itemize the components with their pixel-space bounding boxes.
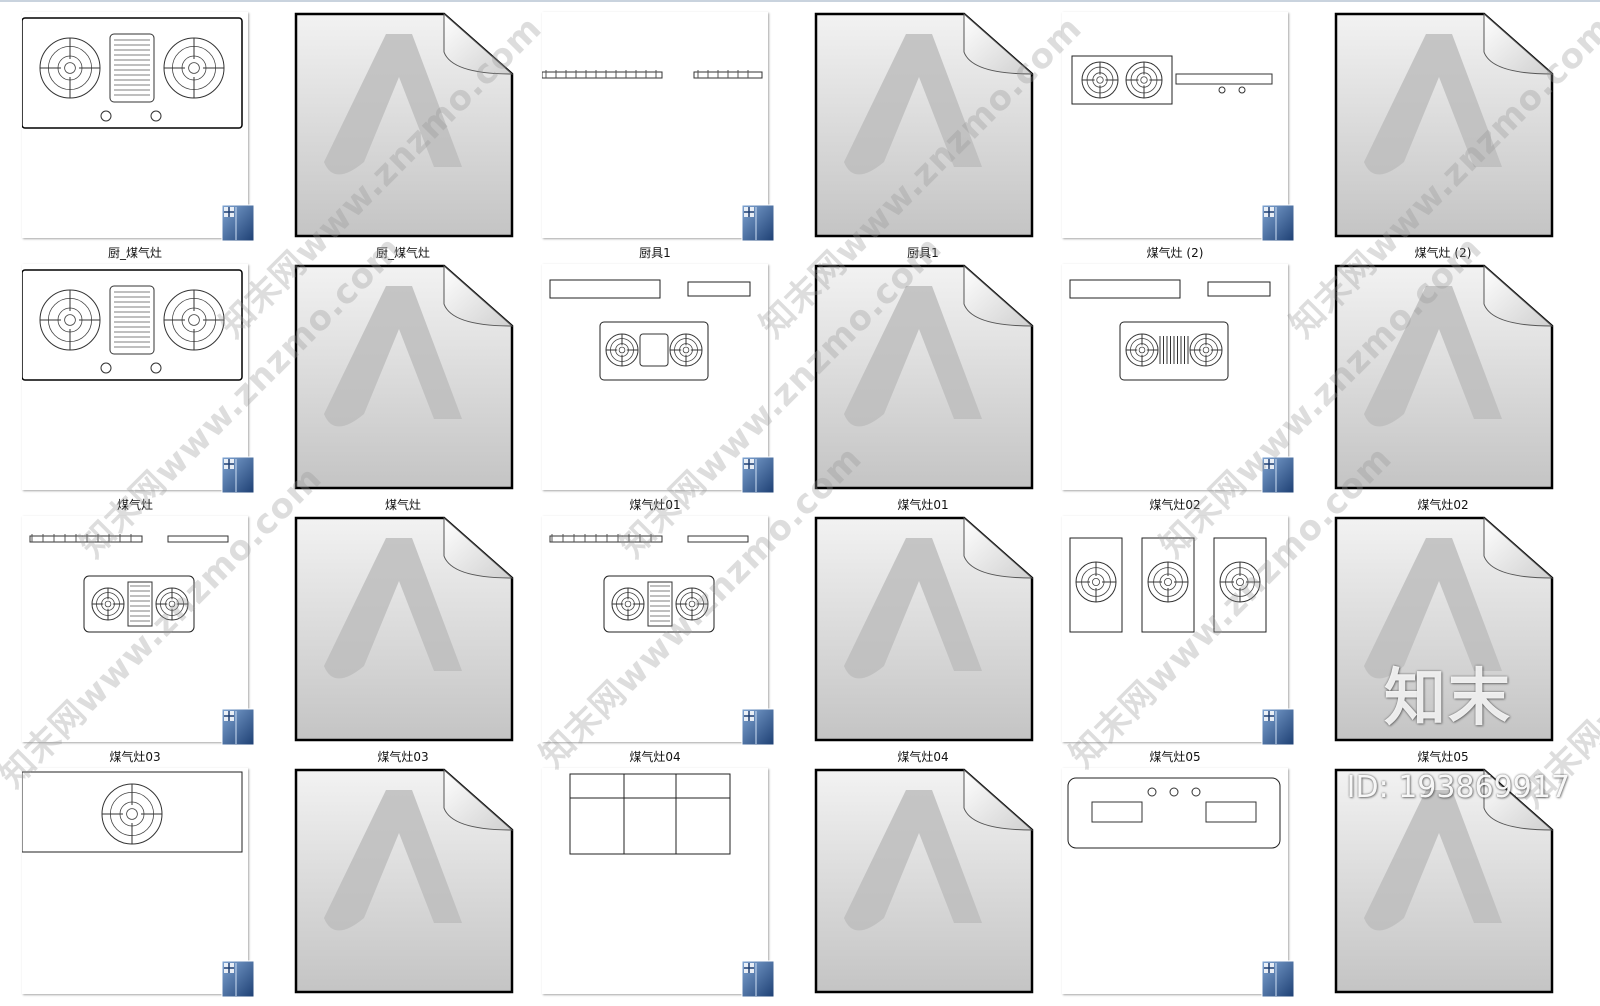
dwg-preview-thumbnail — [22, 768, 255, 998]
file-item[interactable]: 煤气灶05 — [1040, 504, 1295, 764]
watermark-logo: 知末 — [1383, 661, 1512, 734]
file-item[interactable]: 煤气灶03 — [270, 504, 520, 764]
autocad-dwg-icon — [221, 456, 255, 494]
autocad-dwg-icon — [741, 204, 775, 242]
file-item[interactable]: 厨具1 — [520, 0, 775, 260]
file-grid: 厨_煤气灶 厨_煤气灶 厨具1 厨具1 煤气灶 (2) 煤气灶 (2) 煤气灶 … — [0, 0, 1600, 998]
autocad-dwg-icon — [221, 204, 255, 242]
file-item[interactable]: 煤气灶02 — [1040, 252, 1295, 512]
autocad-dwg-icon — [1261, 960, 1295, 998]
file-item[interactable]: 厨_煤气灶 — [0, 0, 255, 260]
autodesk-file-icon — [294, 516, 516, 744]
autocad-dwg-icon — [741, 708, 775, 746]
file-item[interactable]: 煤气灶04 — [520, 504, 775, 764]
autocad-dwg-icon — [221, 708, 255, 746]
watermark-id: ID: 193869917 — [1346, 770, 1570, 805]
file-item[interactable]: 煤气灶01 — [520, 252, 775, 512]
autodesk-file-icon — [814, 768, 1036, 996]
dwg-preview-thumbnail — [542, 768, 775, 998]
autodesk-file-icon — [814, 264, 1036, 492]
autodesk-file-icon — [294, 12, 516, 240]
autodesk-file-icon — [814, 12, 1036, 240]
file-item[interactable] — [0, 756, 255, 1006]
autodesk-file-icon — [814, 516, 1036, 744]
autodesk-file-icon — [294, 264, 516, 492]
dwg-preview-thumbnail — [542, 264, 775, 494]
autocad-dwg-icon — [1261, 204, 1295, 242]
dwg-preview-thumbnail — [1062, 264, 1295, 494]
file-item[interactable] — [520, 756, 775, 1006]
file-item[interactable]: 煤气灶03 — [0, 504, 255, 764]
file-item[interactable]: 煤气灶 — [0, 252, 255, 512]
autocad-dwg-icon — [741, 456, 775, 494]
autocad-dwg-icon — [221, 960, 255, 998]
dwg-preview-thumbnail — [22, 516, 255, 746]
autocad-dwg-icon — [1261, 456, 1295, 494]
dwg-preview-thumbnail — [1062, 516, 1295, 746]
dwg-preview-thumbnail — [1062, 12, 1295, 242]
dwg-preview-thumbnail — [22, 264, 255, 494]
file-item[interactable] — [270, 756, 520, 1006]
file-item[interactable]: 厨_煤气灶 — [270, 0, 520, 260]
autocad-dwg-icon — [1261, 708, 1295, 746]
file-item[interactable]: 厨具1 — [790, 0, 1040, 260]
file-item[interactable] — [790, 756, 1040, 1006]
dwg-preview-thumbnail — [542, 12, 775, 242]
dwg-preview-thumbnail — [22, 12, 255, 242]
autocad-dwg-icon — [741, 960, 775, 998]
file-item[interactable]: 煤气灶 — [270, 252, 520, 512]
autodesk-file-icon — [294, 768, 516, 996]
file-item[interactable] — [1040, 756, 1295, 1006]
file-item[interactable]: 煤气灶 (2) — [1310, 0, 1560, 260]
dwg-preview-thumbnail — [542, 516, 775, 746]
file-item[interactable]: 煤气灶01 — [790, 252, 1040, 512]
file-item[interactable]: 煤气灶 (2) — [1040, 0, 1295, 260]
file-item[interactable]: 煤气灶04 — [790, 504, 1040, 764]
autodesk-file-icon — [1334, 264, 1556, 492]
file-item[interactable]: 煤气灶02 — [1310, 252, 1560, 512]
autodesk-file-icon — [1334, 12, 1556, 240]
dwg-preview-thumbnail — [1062, 768, 1295, 998]
